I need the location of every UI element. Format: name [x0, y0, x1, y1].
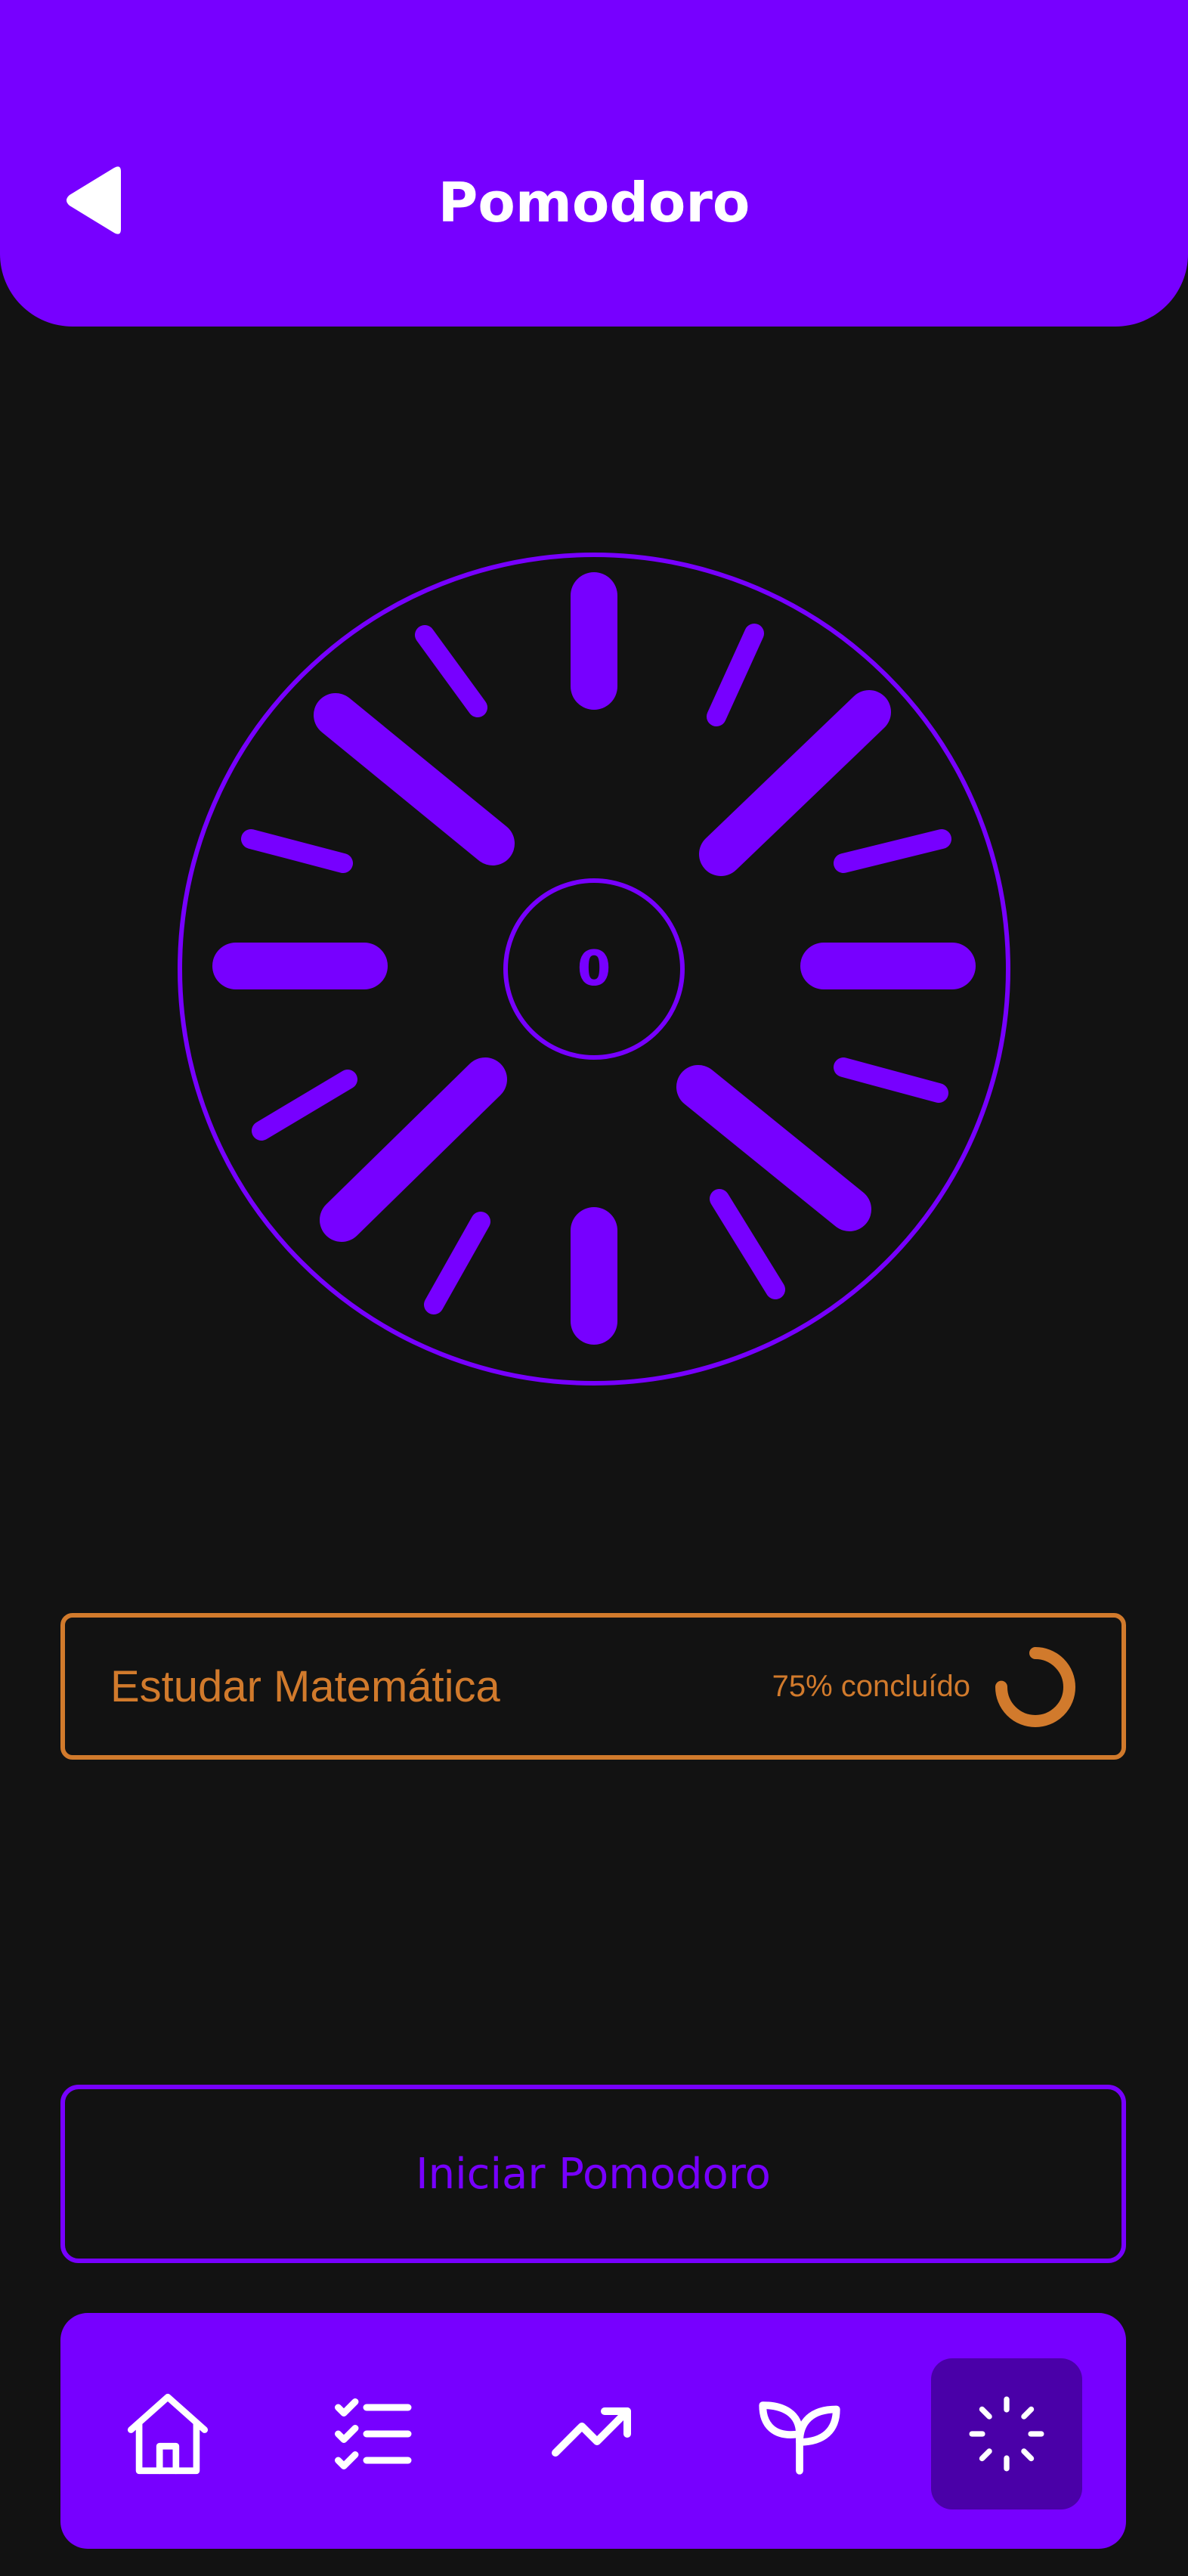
home-icon: [127, 2393, 209, 2475]
nav-item-pomodoro[interactable]: [931, 2358, 1082, 2509]
start-pomodoro-button[interactable]: Iniciar Pomodoro: [60, 2085, 1126, 2263]
progress-ring-icon: [995, 1647, 1075, 1727]
nav-item-home[interactable]: [92, 2358, 243, 2509]
nav-item-growth[interactable]: [724, 2358, 875, 2509]
checklist-icon: [335, 2398, 412, 2469]
nav-item-progress[interactable]: [518, 2358, 669, 2509]
loader-icon: [969, 2396, 1044, 2472]
leaf-icon: [759, 2401, 840, 2475]
task-title: Estudar Matemática: [110, 1661, 500, 1711]
bottom-nav: [60, 2313, 1126, 2549]
task-card[interactable]: Estudar Matemática 75% concluído: [60, 1613, 1126, 1760]
pomodoro-timer: 0: [175, 550, 1013, 1388]
app-header: Pomodoro: [0, 0, 1188, 327]
task-progress-label: 75% concluído: [772, 1669, 970, 1703]
timer-count: 0: [577, 941, 611, 997]
trending-up-icon: [552, 2407, 631, 2457]
page-title: Pomodoro: [438, 171, 750, 234]
nav-item-tasks[interactable]: [299, 2358, 450, 2509]
